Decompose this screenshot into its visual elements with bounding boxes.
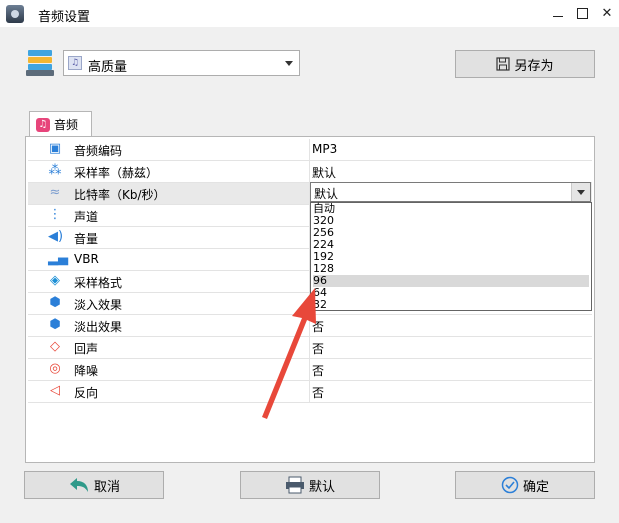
ok-label: 确定 <box>522 479 549 495</box>
property-row-audio-codec[interactable]: ▣ 音频编码 MP3 <box>28 139 592 161</box>
tab-audio-label: 音频 <box>54 118 79 132</box>
channel-icon: ⋮ <box>48 207 62 222</box>
dropdown-option[interactable]: 128 <box>313 263 589 275</box>
property-value: 否 <box>312 386 325 400</box>
chevron-down-icon <box>577 190 585 195</box>
window-title: 音频设置 <box>38 10 91 25</box>
cancel-label: 取消 <box>93 479 120 495</box>
maximize-button[interactable] <box>569 0 595 27</box>
bitrate-current-value: 默认 <box>314 187 339 201</box>
bitrate-dropdown-list: 自动 320 256 224 192 128 96 64 32 <box>310 202 592 311</box>
property-value: 默认 <box>312 166 337 180</box>
wave-icon: ≈ <box>49 185 61 200</box>
property-value: 否 <box>312 364 325 378</box>
dropdown-option-highlighted[interactable]: 96 <box>313 275 589 287</box>
property-row-sample-rate[interactable]: ⁂ 采样率（赫兹） 默认 <box>28 161 592 183</box>
preset-stack-icon <box>26 50 54 76</box>
property-name: 比特率（Kb/秒） <box>74 188 166 202</box>
noise-icon: ◎ <box>49 361 61 376</box>
default-label: 默认 <box>308 479 335 495</box>
printer-icon <box>285 476 304 494</box>
save-as-button[interactable]: 另存为 <box>455 50 595 78</box>
floppy-disk-icon <box>496 57 511 71</box>
dropdown-option[interactable]: 224 <box>313 239 589 251</box>
property-name: 回声 <box>74 342 99 356</box>
music-file-icon: ♫ <box>68 56 82 70</box>
reverse-icon: ◁ <box>50 383 60 398</box>
app-icon <box>6 5 24 23</box>
property-name: 淡入效果 <box>74 298 123 312</box>
dropdown-option[interactable]: 320 <box>313 215 589 227</box>
preset-dropdown[interactable]: ♫ 高质量 <box>63 50 300 76</box>
ok-button[interactable]: 确定 <box>455 471 595 499</box>
dropdown-option[interactable]: 64 <box>313 287 589 299</box>
check-circle-icon <box>501 476 519 494</box>
property-name: 淡出效果 <box>74 320 123 334</box>
undo-arrow-icon <box>69 478 88 492</box>
hexagon-icon: ⬢ <box>49 295 61 310</box>
property-name: 音频编码 <box>74 144 123 158</box>
cancel-button[interactable]: 取消 <box>24 471 164 499</box>
property-name: 反向 <box>74 386 99 400</box>
save-as-label: 另存为 <box>514 58 554 74</box>
bitrate-combobox[interactable]: 默认 <box>310 182 591 202</box>
property-name: 降噪 <box>74 364 99 378</box>
music-note-icon: ♫ <box>36 117 50 132</box>
property-row-noise-reduction[interactable]: ◎ 降噪 否 <box>28 359 592 381</box>
property-name: 采样格式 <box>74 276 123 290</box>
property-row-fade-out[interactable]: ⬢ 淡出效果 否 <box>28 315 592 337</box>
bars-icon: ▂▄ <box>48 251 68 266</box>
default-button[interactable]: 默认 <box>240 471 380 499</box>
cube-icon: ◈ <box>50 273 60 288</box>
minimize-icon <box>553 16 563 17</box>
property-value: 否 <box>312 342 325 356</box>
property-row-reverse[interactable]: ◁ 反向 否 <box>28 381 592 403</box>
property-value: 否 <box>312 320 325 334</box>
hexagon-icon: ⬢ <box>49 317 61 332</box>
echo-icon: ◇ <box>50 339 60 354</box>
dropdown-option[interactable]: 32 <box>313 299 589 311</box>
tab-audio[interactable]: ♫ 音频 <box>29 111 92 137</box>
close-icon: ✕ <box>601 6 613 21</box>
dropdown-option[interactable]: 256 <box>313 227 589 239</box>
dropdown-toggle[interactable] <box>571 183 590 201</box>
preset-value: 高质量 <box>88 60 128 75</box>
chip-icon: ▣ <box>48 141 62 156</box>
property-name: VBR <box>74 252 99 266</box>
dropdown-option[interactable]: 自动 <box>313 203 589 215</box>
sample-rate-icon: ⁂ <box>48 163 62 178</box>
dropdown-option[interactable]: 192 <box>313 251 589 263</box>
speaker-icon: ◀) <box>48 229 64 244</box>
minimize-button[interactable] <box>545 0 571 27</box>
title-bar: 音频设置 ✕ <box>0 0 619 27</box>
chevron-down-icon <box>285 61 293 66</box>
property-value: MP3 <box>312 142 338 156</box>
maximize-icon <box>576 8 588 19</box>
property-name: 声道 <box>74 210 99 224</box>
property-name: 采样率（赫兹） <box>74 166 159 180</box>
property-name: 音量 <box>74 232 99 246</box>
close-button[interactable]: ✕ <box>594 0 619 27</box>
property-row-echo[interactable]: ◇ 回声 否 <box>28 337 592 359</box>
